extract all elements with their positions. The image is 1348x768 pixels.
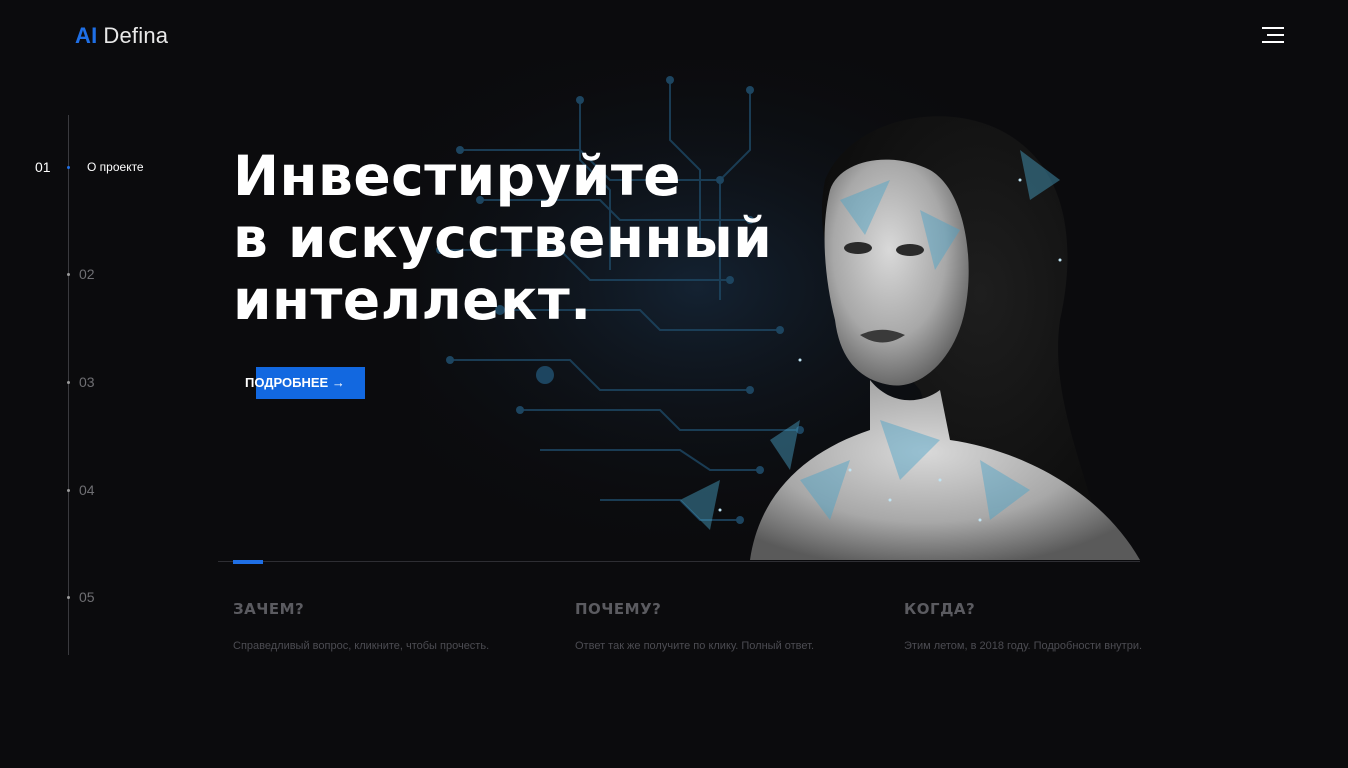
feature-when[interactable]: КОГДА? Этим летом, в 2018 году. Подробно…: [904, 600, 1142, 652]
side-nav-dot: [67, 166, 70, 169]
hero-headline-line-3: интеллект.: [233, 268, 592, 332]
hero-headline-line-1: Инвестируйте: [233, 144, 682, 208]
feature-reason[interactable]: ПОЧЕМУ? Ответ так же получите по клику. …: [575, 600, 814, 652]
side-nav-number: 02: [79, 266, 95, 282]
divider-accent: [233, 560, 263, 564]
side-nav-item-01[interactable]: 01 О проекте: [0, 158, 200, 178]
arrow-right-icon: →: [331, 375, 345, 390]
more-button-label[interactable]: ПОДРОБНЕЕ →: [245, 375, 345, 390]
side-nav-dot: [67, 381, 70, 384]
feature-description: Справедливый вопрос, кликните, чтобы про…: [233, 640, 490, 652]
side-nav-dot: [67, 273, 70, 276]
side-nav-label: О проекте: [87, 160, 144, 174]
side-nav-dot: [67, 596, 70, 599]
feature-description: Ответ так же получите по клику. Полный о…: [575, 640, 815, 652]
feature-why[interactable]: ЗАЧЕМ? Справедливый вопрос, кликните, чт…: [233, 600, 489, 652]
side-nav-item-02[interactable]: 02: [0, 265, 200, 285]
feature-title: ЗАЧЕМ?: [233, 600, 305, 618]
logo-wordmark: Defina: [103, 23, 169, 48]
menu-line: [1262, 27, 1284, 29]
more-button-text: ПОДРОБНЕЕ: [245, 375, 329, 390]
side-nav-dot: [67, 489, 70, 492]
menu-line: [1267, 34, 1284, 36]
feature-title: КОГДА?: [904, 600, 976, 618]
hero-headline: Инвестируйте в искусственный интеллект.: [233, 145, 772, 331]
side-nav-item-05[interactable]: 05: [0, 588, 200, 608]
side-nav-item-04[interactable]: 04: [0, 481, 200, 501]
section-divider: [218, 561, 1140, 562]
side-nav-number: 01: [35, 159, 51, 175]
hamburger-menu-icon[interactable]: [1256, 22, 1288, 48]
side-nav-number: 05: [79, 589, 95, 605]
logo-ai-mark: AI: [75, 23, 98, 48]
side-nav-item-03[interactable]: 03: [0, 373, 200, 393]
hero-headline-line-2: в искусственный: [233, 206, 773, 270]
side-nav-number: 03: [79, 374, 95, 390]
side-nav-number: 04: [79, 482, 95, 498]
landing-page: AI Defina 01 О проекте 02 03 04 05 Инвест…: [0, 0, 1348, 768]
feature-title: ПОЧЕМУ?: [575, 600, 662, 618]
brand-logo[interactable]: AI Defina: [75, 22, 168, 50]
feature-description: Этим летом, в 2018 году. Подробности вну…: [904, 640, 1143, 652]
menu-line: [1262, 41, 1284, 43]
